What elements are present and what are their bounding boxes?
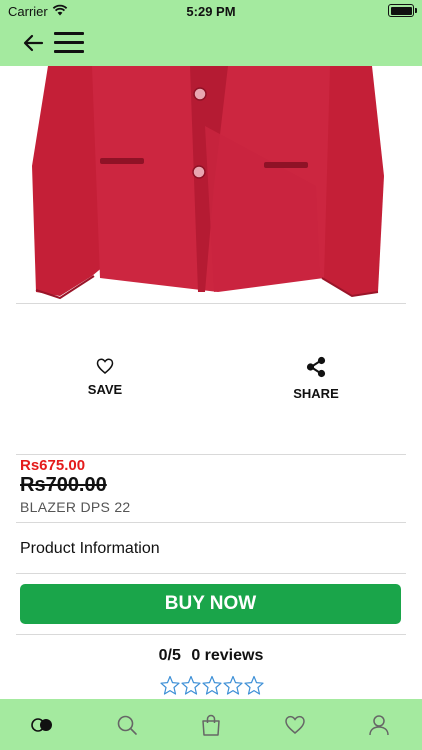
save-label: SAVE [87, 382, 123, 397]
top-header: Carrier 5:29 PM [0, 0, 422, 66]
star-icon [160, 675, 180, 695]
status-bar: Carrier 5:29 PM [0, 0, 422, 22]
divider [16, 454, 406, 455]
share-icon [306, 356, 326, 378]
battery-icon [388, 4, 417, 17]
star-icon [244, 675, 264, 695]
star-icon [223, 675, 243, 695]
search-icon[interactable] [115, 713, 139, 737]
save-button[interactable]: SAVE [75, 358, 135, 397]
bottom-tab-bar [0, 699, 422, 750]
original-price: Rs700.00 [20, 474, 107, 496]
sale-price: Rs675.00 [20, 457, 86, 474]
buy-now-button[interactable]: BUY NOW [20, 584, 401, 624]
product-name: BLAZER DPS 22 [20, 499, 131, 515]
back-arrow-icon[interactable] [22, 32, 44, 54]
rating-score: 0/5 [158, 647, 181, 664]
hamburger-menu-icon[interactable] [54, 32, 84, 54]
star-icon [181, 675, 201, 695]
review-count: 0 reviews [191, 647, 264, 664]
rating-summary: 0/5 0 reviews [0, 647, 422, 665]
divider [16, 303, 406, 304]
shopping-bag-icon[interactable] [199, 713, 223, 737]
star-icon [202, 675, 222, 695]
heart-icon[interactable] [283, 713, 307, 737]
toggle-icon[interactable] [30, 713, 54, 737]
user-icon[interactable] [367, 713, 391, 737]
heart-outline-icon [96, 358, 114, 374]
divider [16, 522, 406, 523]
divider [16, 573, 406, 574]
product-information-link[interactable]: Product Information [20, 540, 160, 558]
rating-stars[interactable] [160, 675, 265, 697]
product-image [32, 66, 384, 300]
share-button[interactable]: SHARE [286, 356, 346, 401]
divider [16, 634, 406, 635]
share-label: SHARE [293, 386, 339, 401]
clock-time: 5:29 PM [186, 4, 236, 19]
